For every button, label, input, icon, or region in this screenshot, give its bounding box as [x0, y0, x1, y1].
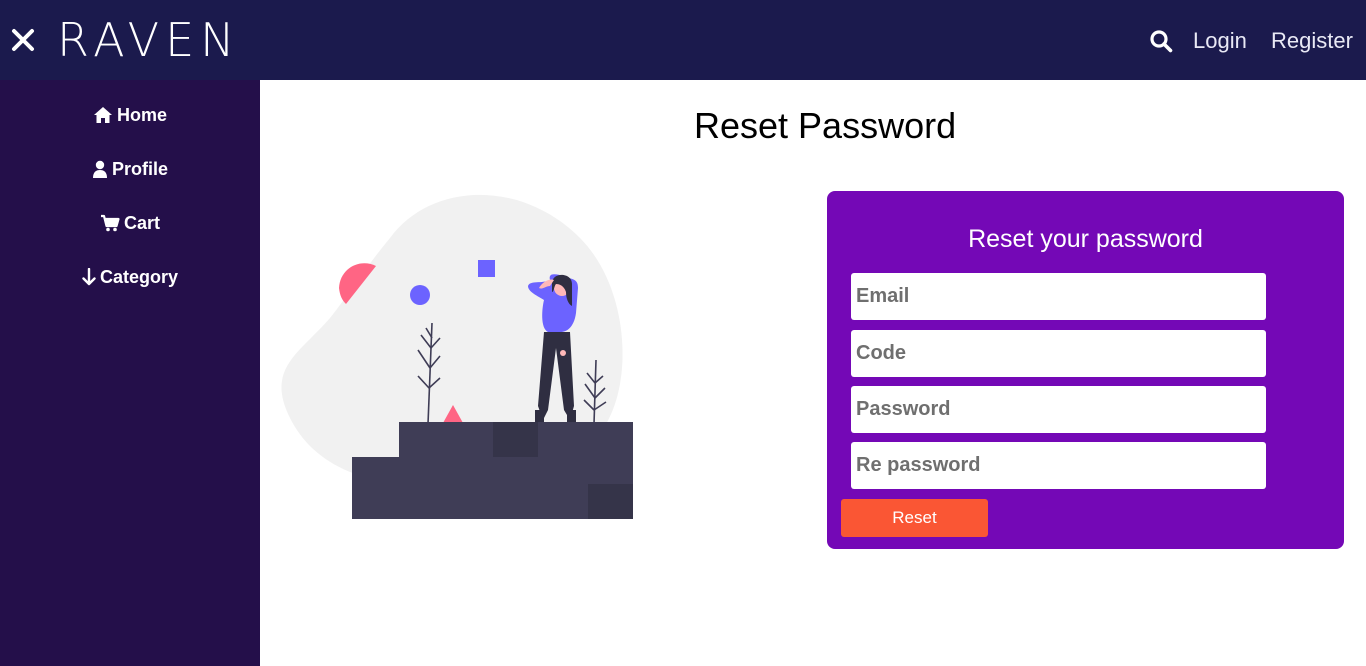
- sidebar-item-cart[interactable]: Cart: [0, 208, 260, 238]
- sidebar-item-label: Cart: [123, 212, 160, 233]
- reset-button[interactable]: Reset: [841, 499, 988, 537]
- brand-logo[interactable]: RAVEN: [57, 10, 241, 70]
- register-link[interactable]: Register: [1271, 26, 1353, 56]
- sidebar-item-category[interactable]: Category: [0, 262, 260, 292]
- sidebar-item-label: Profile: [111, 158, 168, 179]
- arrow-down-icon: [82, 268, 96, 286]
- cart-icon: [100, 214, 120, 232]
- reset-form-card: Reset your password Reset: [827, 191, 1344, 549]
- sidebar-item-label: Category: [99, 266, 179, 287]
- sidebar-item-label: Home: [116, 104, 167, 125]
- code-field[interactable]: [851, 330, 1266, 377]
- password-field[interactable]: [851, 386, 1266, 433]
- form-title: Reset your password: [968, 225, 1203, 253]
- search-icon[interactable]: [1149, 29, 1173, 53]
- page-title: Reset Password: [694, 105, 957, 146]
- sidebar: Home Profile Cart Category: [0, 80, 260, 666]
- woman-on-steps-illustration: [281, 194, 633, 519]
- top-navbar: RAVEN Login Register: [0, 0, 1366, 80]
- home-icon: [93, 107, 112, 123]
- email-field[interactable]: [851, 273, 1266, 320]
- close-icon[interactable]: [10, 27, 36, 53]
- user-icon: [92, 160, 107, 178]
- sidebar-item-home[interactable]: Home: [0, 100, 260, 130]
- sidebar-item-profile[interactable]: Profile: [0, 154, 260, 184]
- login-link[interactable]: Login: [1193, 26, 1247, 56]
- repassword-field[interactable]: [851, 442, 1266, 489]
